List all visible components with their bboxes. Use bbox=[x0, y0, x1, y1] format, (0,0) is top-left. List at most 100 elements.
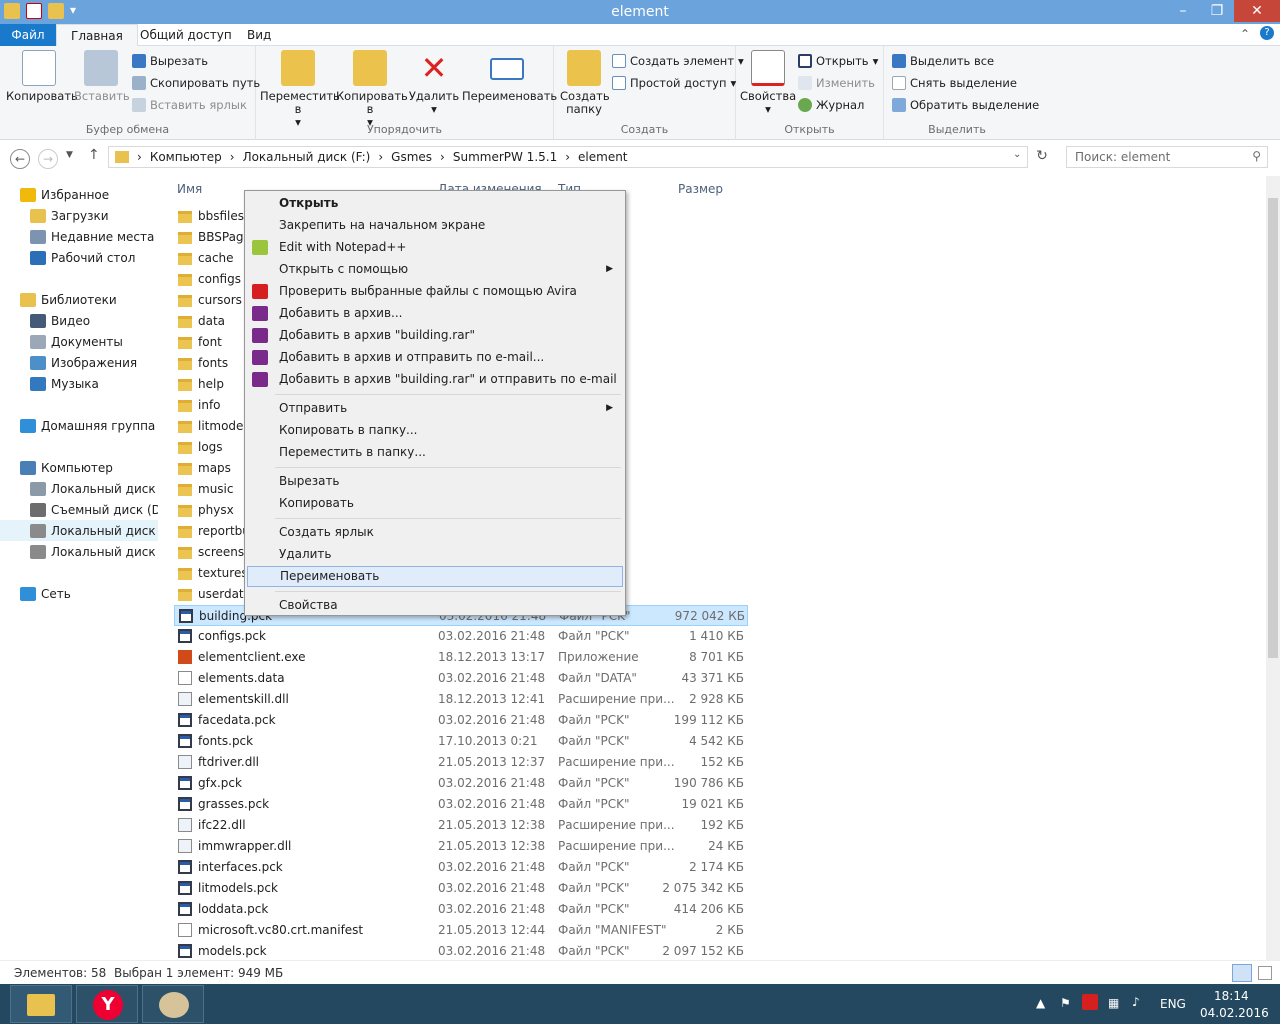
file-row[interactable]: gfx.pck 03.02.2016 21:48 Файл "PCK" 190 786… bbox=[174, 773, 748, 794]
rename-button[interactable]: Переименовать bbox=[462, 50, 557, 103]
copy-button[interactable]: Копировать bbox=[6, 50, 78, 103]
context-menu-item[interactable]: Свойства bbox=[247, 595, 623, 616]
explorer-taskbar-button[interactable] bbox=[10, 985, 72, 1023]
breadcrumb-item[interactable]: Локальный диск (F:) bbox=[243, 150, 371, 164]
nav-item[interactable]: Загрузки bbox=[0, 205, 158, 226]
context-menu-item[interactable]: Копировать bbox=[247, 493, 623, 514]
scrollbar-thumb[interactable] bbox=[1268, 198, 1278, 658]
column-size[interactable]: Размер bbox=[678, 182, 723, 196]
forward-button[interactable]: → bbox=[38, 149, 58, 169]
file-row[interactable]: facedata.pck 03.02.2016 21:48 Файл "PCK" 19… bbox=[174, 710, 748, 731]
file-row[interactable]: elements.data 03.02.2016 21:48 Файл "DATA"… bbox=[174, 668, 748, 689]
nav-item[interactable]: Библиотеки bbox=[0, 289, 158, 310]
select-all-button[interactable]: Выделить все bbox=[892, 54, 994, 68]
file-row[interactable]: loddata.pck 03.02.2016 21:48 Файл "PCK" 414… bbox=[174, 899, 748, 920]
flag-icon[interactable]: ⚑ bbox=[1060, 996, 1071, 1010]
nav-item[interactable]: Локальный диск (C:) bbox=[0, 478, 158, 499]
nav-item[interactable]: Рабочий стол bbox=[0, 247, 158, 268]
nav-item[interactable]: Изображения bbox=[0, 352, 158, 373]
search-input[interactable]: Поиск: element ⚲ bbox=[1066, 146, 1268, 168]
context-menu-item[interactable]: Добавить в архив "building.rar" и отправ… bbox=[247, 369, 623, 390]
help-icon[interactable]: ? bbox=[1260, 26, 1274, 40]
show-hidden-icons[interactable]: ▲ bbox=[1036, 996, 1045, 1010]
context-menu-item[interactable]: Проверить выбранные файлы с помощью Avir… bbox=[247, 281, 623, 302]
nav-item[interactable]: Документы bbox=[0, 331, 158, 352]
breadcrumb-item[interactable]: element bbox=[578, 150, 627, 164]
vertical-scrollbar[interactable] bbox=[1266, 176, 1280, 960]
address-box[interactable]: › Компьютер › Локальный диск (F:) › Gsmes ›… bbox=[108, 146, 1028, 168]
move-to-button[interactable]: Переместить в ▾ bbox=[260, 50, 340, 129]
nav-item[interactable]: Сеть bbox=[0, 583, 158, 604]
up-button[interactable]: ↑ bbox=[88, 147, 100, 163]
nav-item[interactable]: Компьютер bbox=[0, 457, 158, 478]
context-menu-item[interactable]: Копировать в папку... bbox=[247, 420, 623, 441]
nav-item[interactable]: Видео bbox=[0, 310, 158, 331]
file-row[interactable]: immwrapper.dll 21.05.2013 12:38 Расширение… bbox=[174, 836, 748, 857]
copy-to-button[interactable]: Копировать в ▾ bbox=[336, 50, 408, 129]
volume-icon[interactable]: ♪ bbox=[1132, 995, 1140, 1009]
edit-button[interactable]: Изменить bbox=[798, 76, 875, 90]
column-name[interactable]: Имя bbox=[177, 182, 202, 196]
nav-item[interactable]: Недавние места bbox=[0, 226, 158, 247]
maximize-button[interactable]: ❐ bbox=[1202, 0, 1232, 22]
ribbon-collapse-icon[interactable]: ⌃ bbox=[1240, 27, 1250, 41]
file-row[interactable]: fonts.pck 17.10.2013 0:21 Файл "PCK" 4 542 … bbox=[174, 731, 748, 752]
refresh-icon[interactable]: ↻ bbox=[1032, 148, 1052, 168]
cut-button[interactable]: Вырезать bbox=[132, 54, 208, 68]
address-dropdown-icon[interactable]: ⌄ bbox=[1013, 149, 1021, 160]
file-row[interactable]: elementclient.exe 18.12.2013 13:17 Приложе… bbox=[174, 647, 748, 668]
paste-shortcut-button[interactable]: Вставить ярлык bbox=[132, 98, 247, 112]
history-button[interactable]: Журнал bbox=[798, 98, 864, 112]
context-menu-item[interactable]: Удалить bbox=[247, 544, 623, 565]
breadcrumb-item[interactable]: Компьютер bbox=[150, 150, 222, 164]
nav-item[interactable]: Локальный диск (F:) bbox=[0, 520, 158, 541]
easy-access-button[interactable]: Простой доступ ▾ bbox=[612, 76, 736, 90]
nav-item[interactable]: Съемный диск (D:) bbox=[0, 499, 158, 520]
yandex-taskbar-button[interactable]: Y bbox=[76, 985, 138, 1023]
details-view-icon[interactable] bbox=[1232, 964, 1252, 982]
file-row[interactable]: configs.pck 03.02.2016 21:48 Файл "PCK" 1 4… bbox=[174, 626, 748, 647]
properties-button[interactable]: Свойства ▾ bbox=[740, 50, 796, 116]
file-row[interactable]: elementskill.dll 18.12.2013 12:41 Расширен… bbox=[174, 689, 748, 710]
file-row[interactable]: ftdriver.dll 21.05.2013 12:37 Расширение п… bbox=[174, 752, 748, 773]
clock-date[interactable]: 04.02.2016 bbox=[1200, 1006, 1269, 1020]
context-menu-item[interactable]: Добавить в архив и отправить по e-mail..… bbox=[247, 347, 623, 368]
select-none-button[interactable]: Снять выделение bbox=[892, 76, 1017, 90]
recent-locations-icon[interactable]: ▼ bbox=[66, 150, 73, 160]
file-row[interactable]: microsoft.vc80.crt.manifest 21.05.2013 12… bbox=[174, 920, 748, 941]
context-menu-item[interactable]: Открыть bbox=[247, 193, 623, 214]
context-menu-item[interactable]: Создать ярлык bbox=[247, 522, 623, 543]
new-folder-button[interactable]: Создать папку bbox=[558, 50, 610, 116]
file-row[interactable]: ifc22.dll 21.05.2013 12:38 Расширение при.… bbox=[174, 815, 748, 836]
tab-view[interactable]: Вид bbox=[233, 24, 285, 46]
context-menu-item[interactable]: Переименовать bbox=[247, 566, 623, 587]
language-indicator[interactable]: ENG bbox=[1160, 997, 1186, 1011]
context-menu-item[interactable]: Открыть с помощью ▶ bbox=[247, 259, 623, 280]
context-menu-item[interactable]: Отправить ▶ bbox=[247, 398, 623, 419]
close-button[interactable]: ✕ bbox=[1234, 0, 1280, 22]
nav-item[interactable]: Музыка bbox=[0, 373, 158, 394]
avira-tray-icon[interactable] bbox=[1082, 994, 1098, 1010]
tab-share[interactable]: Общий доступ bbox=[126, 24, 246, 46]
breadcrumb-item[interactable]: Gsmes bbox=[391, 150, 432, 164]
context-menu-item[interactable]: Закрепить на начальном экране bbox=[247, 215, 623, 236]
open-button[interactable]: Открыть ▾ bbox=[798, 54, 878, 68]
delete-button[interactable]: ✕ Удалить ▾ bbox=[408, 50, 460, 116]
invert-selection-button[interactable]: Обратить выделение bbox=[892, 98, 1039, 112]
context-menu-item[interactable]: Переместить в папку... bbox=[247, 442, 623, 463]
context-menu-item[interactable]: Вырезать bbox=[247, 471, 623, 492]
nav-item[interactable]: Локальный диск (L:) bbox=[0, 541, 158, 562]
minimize-button[interactable]: – bbox=[1168, 0, 1198, 22]
file-row[interactable]: interfaces.pck 03.02.2016 21:48 Файл "PCK"… bbox=[174, 857, 748, 878]
nav-item[interactable]: Избранное bbox=[0, 184, 158, 205]
nav-item[interactable]: Домашняя группа bbox=[0, 415, 158, 436]
file-row[interactable]: litmodels.pck 03.02.2016 21:48 Файл "PCK" 2… bbox=[174, 878, 748, 899]
file-row[interactable]: grasses.pck 03.02.2016 21:48 Файл "PCK" 19 … bbox=[174, 794, 748, 815]
copy-path-button[interactable]: Скопировать путь bbox=[132, 76, 260, 90]
clock-time[interactable]: 18:14 bbox=[1214, 989, 1249, 1003]
new-item-button[interactable]: Создать элемент ▾ bbox=[612, 54, 744, 68]
tab-file[interactable]: Файл bbox=[0, 24, 56, 46]
breadcrumb-item[interactable]: SummerPW 1.5.1 bbox=[453, 150, 557, 164]
file-row[interactable]: models.pck 03.02.2016 21:48 Файл "PCK" 2 09… bbox=[174, 941, 748, 962]
context-menu-item[interactable]: Edit with Notepad++ bbox=[247, 237, 623, 258]
